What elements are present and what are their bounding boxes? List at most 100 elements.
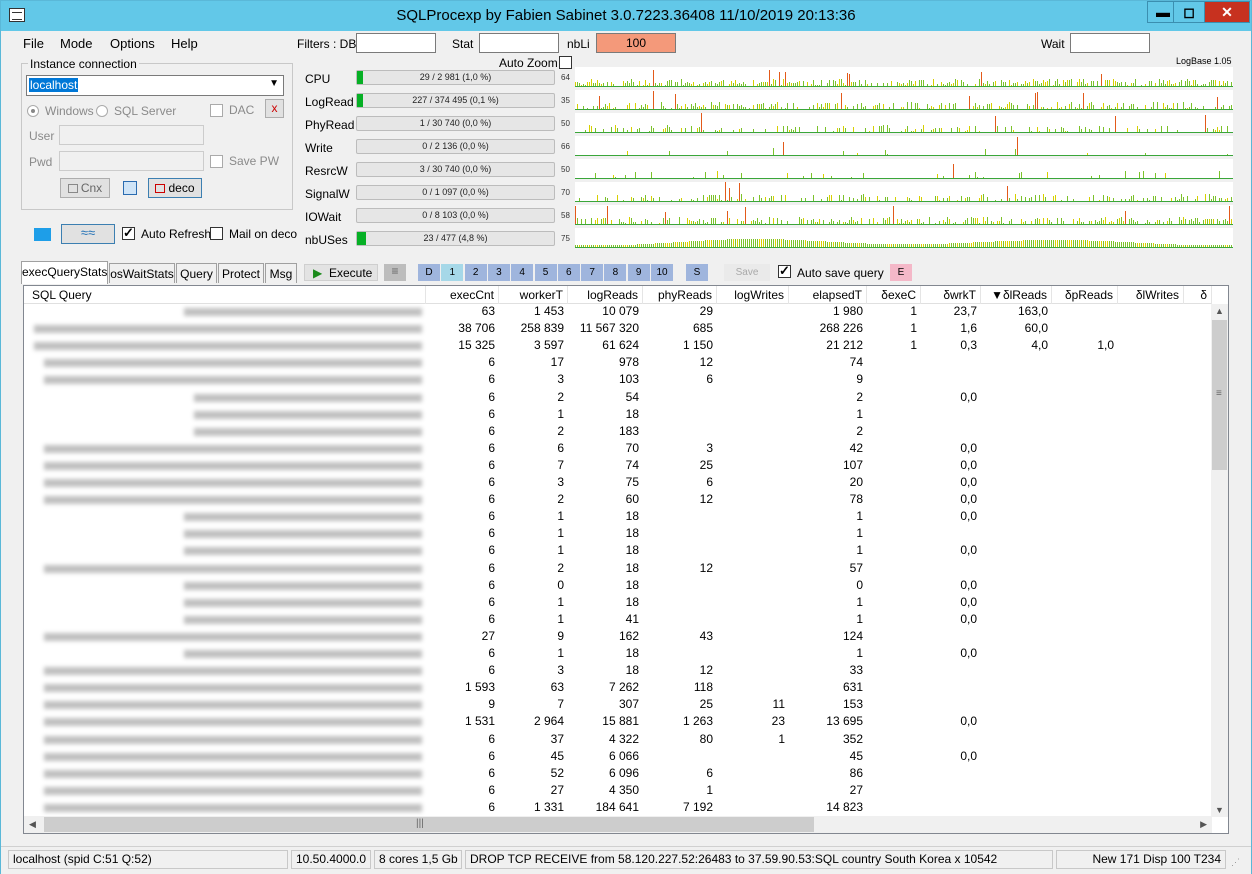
table-row[interactable]: 27 9 162 43 124 [24, 628, 1212, 645]
list-icon[interactable]: ≡ [384, 264, 406, 281]
num-tab-10[interactable]: 10 [651, 264, 673, 281]
mail-on-deco-checkbox[interactable] [210, 227, 223, 240]
scroll-up-icon[interactable]: ▲ [1215, 306, 1224, 316]
maximize-button[interactable]: ◻ [1173, 1, 1205, 23]
auto-refresh-checkbox[interactable] [122, 225, 135, 241]
query-stats-grid[interactable]: SQL Query execCnt workerT logReads phyReads l… [23, 285, 1229, 834]
column-header-9[interactable]: ▼δlReads [981, 286, 1052, 304]
server-combobox[interactable]: localhost ▼ [26, 75, 284, 96]
table-row[interactable]: 6 1 18 1 0,0 [24, 508, 1212, 525]
pwd-input[interactable] [59, 151, 204, 171]
filter-db-input[interactable] [356, 33, 436, 53]
save-pw-checkbox[interactable] [210, 155, 223, 168]
table-row[interactable]: 61 331 184 641 7 192 14 823 [24, 799, 1212, 816]
wave-button[interactable]: ≈≈ [61, 224, 115, 244]
table-row[interactable]: 9 7 307 25 11 153 [24, 696, 1212, 713]
dac-checkbox[interactable] [210, 104, 223, 117]
column-header-5[interactable]: logWrites [717, 286, 789, 304]
table-row[interactable]: 6 7 74 25 107 0,0 [24, 457, 1212, 474]
num-tab-1[interactable]: 1 [441, 264, 464, 281]
column-header-7[interactable]: δexeC [867, 286, 921, 304]
num-tab-2[interactable]: 2 [464, 264, 487, 281]
scroll-down-icon[interactable]: ▼ [1215, 805, 1224, 815]
wait-input[interactable] [1070, 33, 1150, 53]
column-header-12[interactable]: δ [1184, 286, 1212, 304]
cnx-button[interactable]: Cnx [60, 178, 110, 198]
table-row[interactable]: 15 325 3 597 61 624 1 150 21 212 1 0,3 4,0 1,0 [24, 337, 1212, 354]
scroll-left-icon[interactable]: ◀ [29, 819, 36, 830]
auto-zoom-checkbox[interactable] [559, 56, 572, 69]
table-row[interactable]: 6 3 18 12 33 [24, 662, 1212, 679]
column-header-10[interactable]: δpReads [1052, 286, 1118, 304]
tab-oswaitstats[interactable]: osWaitStats [109, 263, 175, 283]
column-header-6[interactable]: elapsedT [789, 286, 867, 304]
table-row[interactable]: 6 37 4 322 80 1 352 [24, 731, 1212, 748]
table-row[interactable]: 38 706 258 839 11 567 320 685 268 226 1 1,6 60,… [24, 320, 1212, 337]
num-tab-7[interactable]: 7 [581, 264, 604, 281]
refresh-connection-icon[interactable] [123, 181, 137, 195]
vertical-scroll-thumb[interactable]: ≡ [1212, 320, 1227, 470]
table-row[interactable]: 63 1 453 10 079 29 1 980 1 23,7 163,0 [24, 303, 1212, 320]
num-tab-9[interactable]: 9 [627, 264, 650, 281]
deco-button[interactable]: deco [148, 178, 202, 198]
table-row[interactable]: 1 593 63 7 262 118 631 [24, 679, 1212, 696]
table-row[interactable]: 6 2 54 2 0,0 [24, 389, 1212, 406]
nbli-input[interactable]: 100 [596, 33, 676, 53]
menu-help[interactable]: Help [171, 36, 198, 51]
table-row[interactable]: 6 2 183 2 [24, 423, 1212, 440]
horizontal-scrollbar[interactable]: ◀ ||| ▶ [24, 816, 1212, 833]
table-row[interactable]: 6 1 18 1 0,0 [24, 645, 1212, 662]
scroll-right-icon[interactable]: ▶ [1200, 819, 1207, 830]
column-header-0[interactable]: SQL Query [24, 286, 426, 304]
table-row[interactable]: 6 45 6 066 45 0,0 [24, 748, 1212, 765]
e-button[interactable]: E [890, 264, 912, 281]
num-tab-6[interactable]: 6 [557, 264, 580, 281]
table-row[interactable]: 6 1 18 1 0,0 [24, 542, 1212, 559]
windows-auth-radio[interactable] [27, 105, 39, 117]
clear-server-button[interactable]: x [265, 99, 284, 118]
tab-protect[interactable]: Protect [218, 263, 264, 283]
num-tab-4[interactable]: 4 [511, 264, 534, 281]
save-button[interactable]: Save [724, 264, 770, 281]
horizontal-scroll-thumb[interactable]: ||| [44, 817, 814, 832]
chevron-down-icon[interactable]: ▼ [269, 78, 279, 89]
table-row[interactable]: 6 1 41 1 0,0 [24, 611, 1212, 628]
menu-mode[interactable]: Mode [60, 36, 93, 51]
table-row[interactable]: 6 3 75 6 20 0,0 [24, 474, 1212, 491]
table-row[interactable]: 6 3 103 6 9 [24, 371, 1212, 388]
table-row[interactable]: 6 6 70 3 42 0,0 [24, 440, 1212, 457]
table-row[interactable]: 6 1 18 1 0,0 [24, 594, 1212, 611]
table-row[interactable]: 6 17 978 12 74 [24, 354, 1212, 371]
num-tab-d[interactable]: D [418, 264, 440, 281]
filter-stat-input[interactable] [479, 33, 559, 53]
column-header-1[interactable]: execCnt [426, 286, 499, 304]
column-header-11[interactable]: δlWrites [1118, 286, 1184, 304]
table-row[interactable]: 6 2 60 12 78 0,0 [24, 491, 1212, 508]
menu-options[interactable]: Options [110, 36, 155, 51]
num-tab-8[interactable]: 8 [604, 264, 627, 281]
auto-save-checkbox[interactable] [778, 263, 791, 279]
table-row[interactable]: 6 1 18 1 [24, 525, 1212, 542]
table-row[interactable]: 6 0 18 0 0,0 [24, 577, 1212, 594]
table-row[interactable]: 6 52 6 096 6 86 [24, 765, 1212, 782]
column-header-4[interactable]: phyReads [643, 286, 717, 304]
user-input[interactable] [59, 125, 204, 145]
tab-execquerystats[interactable]: execQueryStats [21, 261, 108, 284]
tab-msg[interactable]: Msg [265, 263, 297, 283]
num-tab-3[interactable]: 3 [487, 264, 510, 281]
column-header-2[interactable]: workerT [499, 286, 568, 304]
num-tab-5[interactable]: 5 [534, 264, 557, 281]
table-row[interactable]: 6 2 18 12 57 [24, 560, 1212, 577]
column-header-3[interactable]: logReads [568, 286, 643, 304]
sqlserver-auth-radio[interactable] [96, 105, 108, 117]
title-bar[interactable]: SQLProcexp by Fabien Sabinet 3.0.7223.36… [1, 1, 1251, 31]
close-button[interactable]: ✕ [1204, 1, 1250, 23]
tab-query[interactable]: Query [176, 263, 217, 283]
table-row[interactable]: 6 27 4 350 1 27 [24, 782, 1212, 799]
color-swatch-icon[interactable] [34, 228, 51, 241]
s-button[interactable]: S [686, 264, 708, 281]
table-row[interactable]: 1 531 2 964 15 881 1 263 23 13 695 0,0 [24, 713, 1212, 730]
execute-button[interactable]: ▶ Execute [304, 264, 378, 281]
vertical-scrollbar[interactable]: ▲ ≡ ▼ [1211, 304, 1228, 817]
table-row[interactable]: 6 1 18 1 [24, 406, 1212, 423]
